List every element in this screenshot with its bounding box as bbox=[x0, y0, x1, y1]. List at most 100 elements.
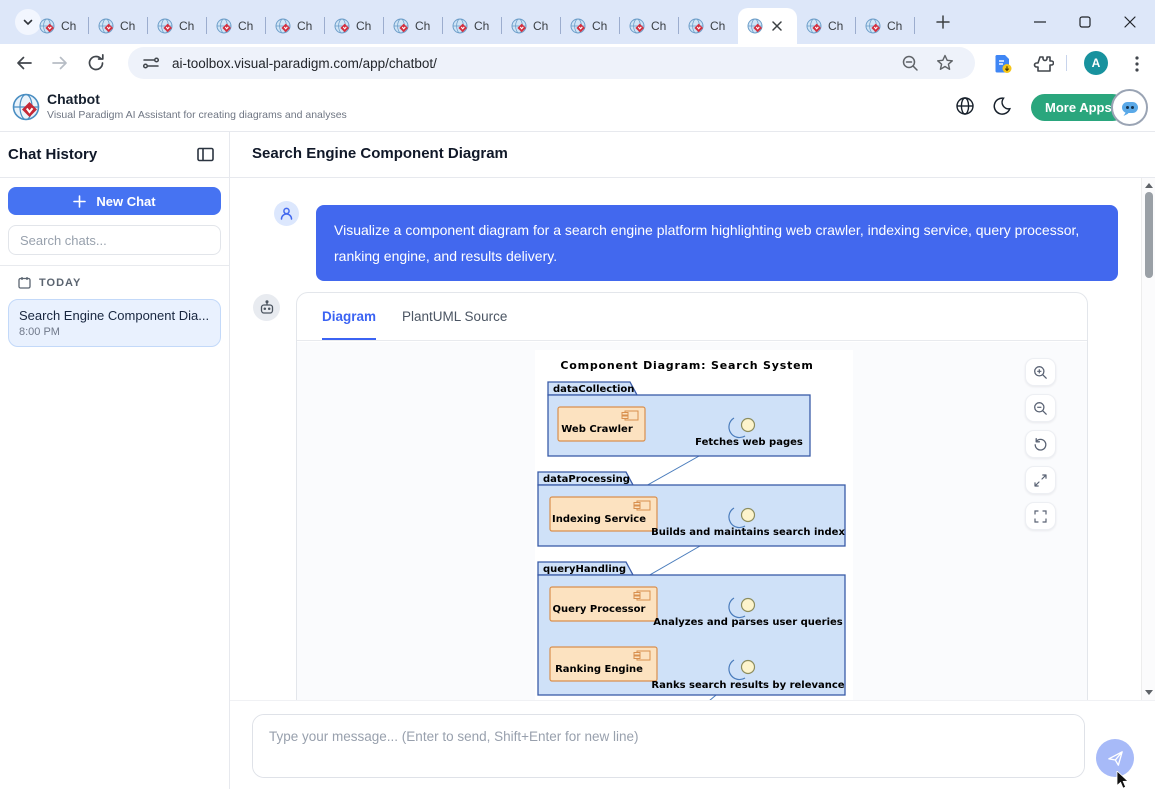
chat-area: Visualize a component diagram for a sear… bbox=[230, 178, 1155, 700]
browser-tab[interactable]: Ch bbox=[89, 8, 148, 44]
app-logo bbox=[12, 93, 40, 121]
interface-lollipop bbox=[742, 419, 755, 432]
visual-paradigm-favicon bbox=[452, 18, 468, 34]
search-chats-input[interactable] bbox=[8, 225, 221, 255]
zoom-icon[interactable] bbox=[900, 53, 920, 73]
new-chat-label: New Chat bbox=[96, 194, 155, 209]
visual-paradigm-favicon bbox=[688, 18, 704, 34]
assistant-avatar-icon[interactable] bbox=[1111, 89, 1148, 126]
browser-tab[interactable]: Ch bbox=[443, 8, 502, 44]
diagram-title: Component Diagram: Search System bbox=[560, 359, 813, 372]
send-icon bbox=[1106, 749, 1125, 768]
browser-tab[interactable]: Ch bbox=[148, 8, 207, 44]
today-section-label: TODAY bbox=[39, 277, 81, 289]
new-tab-icon[interactable] bbox=[934, 13, 952, 31]
component-name: Query Processor bbox=[553, 604, 646, 615]
diagram-canvas[interactable]: Component Diagram: Search System bbox=[297, 342, 1087, 700]
component-name: Ranking Engine bbox=[555, 664, 643, 675]
chat-history-item[interactable]: Search Engine Component Dia... 8:00 PM bbox=[8, 299, 221, 347]
tab-title: Ch bbox=[120, 19, 135, 33]
scrollbar-thumb[interactable] bbox=[1145, 192, 1153, 278]
chat-scrollbar[interactable] bbox=[1141, 178, 1155, 700]
visual-paradigm-favicon bbox=[216, 18, 232, 34]
tab-title: Ch bbox=[179, 19, 194, 33]
interface-label: Ranks search results by relevance bbox=[651, 680, 844, 691]
browser-tab[interactable]: Ch bbox=[502, 8, 561, 44]
reload-icon[interactable] bbox=[86, 53, 106, 73]
app-title: Chatbot bbox=[47, 91, 100, 107]
user-message-bubble: Visualize a component diagram for a sear… bbox=[316, 205, 1118, 281]
tab-title: Ch bbox=[415, 19, 430, 33]
interface-label: Fetches web pages bbox=[695, 437, 803, 448]
zoom-out-icon[interactable] bbox=[1025, 394, 1056, 422]
visual-paradigm-favicon bbox=[98, 18, 114, 34]
visual-paradigm-favicon bbox=[865, 18, 881, 34]
url-text[interactable]: ai-toolbox.visual-paradigm.com/app/chatb… bbox=[172, 56, 437, 71]
visual-paradigm-favicon bbox=[747, 18, 763, 34]
component-name: Web Crawler bbox=[561, 424, 633, 435]
browser-tab[interactable]: Ch bbox=[679, 8, 738, 44]
message-input[interactable] bbox=[253, 715, 1084, 777]
extensions-icon[interactable] bbox=[1032, 53, 1054, 75]
diagram-zoom-controls bbox=[1025, 358, 1056, 530]
expand-icon[interactable] bbox=[1025, 466, 1056, 494]
save-page-icon[interactable] bbox=[992, 53, 1014, 75]
collapse-panel-icon[interactable] bbox=[196, 145, 215, 164]
package-name: dataCollection bbox=[553, 384, 634, 395]
tab-close-icon[interactable] bbox=[769, 18, 785, 34]
interface-lollipop bbox=[742, 599, 755, 612]
forward-icon[interactable] bbox=[50, 53, 70, 73]
zoom-in-icon[interactable] bbox=[1025, 358, 1056, 386]
tab-title: Ch bbox=[356, 19, 371, 33]
menu-kebab-icon[interactable] bbox=[1126, 53, 1148, 75]
browser-tab[interactable]: Ch bbox=[30, 8, 89, 44]
url-bar[interactable]: ai-toolbox.visual-paradigm.com/app/chatb… bbox=[128, 47, 975, 79]
reset-view-icon[interactable] bbox=[1025, 430, 1056, 458]
minimize-icon[interactable] bbox=[1034, 16, 1046, 28]
page-title: Search Engine Component Diagram bbox=[252, 145, 508, 162]
mouse-cursor bbox=[1116, 771, 1131, 789]
scroll-up-arrow[interactable] bbox=[1145, 183, 1153, 188]
browser-tab[interactable]: Ch bbox=[325, 8, 384, 44]
visual-paradigm-favicon bbox=[334, 18, 350, 34]
visual-paradigm-favicon bbox=[629, 18, 645, 34]
package-name: queryHandling bbox=[543, 564, 626, 575]
bot-response-card: Diagram PlantUML Source Component Diagra… bbox=[296, 292, 1088, 700]
browser-tab[interactable]: Ch bbox=[207, 8, 266, 44]
visual-paradigm-favicon bbox=[275, 18, 291, 34]
visual-paradigm-favicon bbox=[511, 18, 527, 34]
tab-title: Ch bbox=[828, 19, 843, 33]
plus-icon bbox=[73, 195, 86, 208]
maximize-icon[interactable] bbox=[1079, 16, 1091, 28]
fullscreen-icon[interactable] bbox=[1025, 502, 1056, 530]
tab-diagram[interactable]: Diagram bbox=[322, 293, 376, 340]
browser-tab[interactable]: Ch bbox=[620, 8, 679, 44]
calendar-icon bbox=[18, 276, 31, 289]
browser-tab[interactable]: Ch bbox=[266, 8, 325, 44]
site-settings-icon[interactable] bbox=[141, 53, 161, 73]
bookmark-star-icon[interactable] bbox=[935, 53, 955, 73]
browser-tab[interactable]: Ch bbox=[384, 8, 443, 44]
back-icon[interactable] bbox=[14, 53, 34, 73]
browser-tab[interactable]: Ch bbox=[856, 8, 915, 44]
profile-avatar[interactable]: A bbox=[1084, 51, 1108, 75]
bot-avatar-icon bbox=[253, 294, 280, 321]
tab-plantuml-source[interactable]: PlantUML Source bbox=[402, 293, 507, 340]
package-queryHandling: queryHandling Query Processor Analyzes a… bbox=[538, 562, 845, 695]
browser-tab[interactable]: Ch bbox=[561, 8, 620, 44]
dark-mode-moon-icon[interactable] bbox=[992, 96, 1012, 116]
tab-title: Ch bbox=[297, 19, 312, 33]
close-icon[interactable] bbox=[1124, 16, 1136, 28]
sidebar: Chat History New Chat TODAY Search Engin… bbox=[0, 132, 230, 789]
language-globe-icon[interactable] bbox=[955, 96, 975, 116]
scroll-down-arrow[interactable] bbox=[1145, 690, 1153, 695]
new-chat-button[interactable]: New Chat bbox=[8, 187, 221, 215]
component-name: Indexing Service bbox=[552, 514, 646, 525]
browser-tab[interactable]: Ch bbox=[797, 8, 856, 44]
browser-tab-active[interactable] bbox=[738, 8, 797, 44]
tab-title: Ch bbox=[61, 19, 76, 33]
user-avatar-icon bbox=[274, 201, 299, 226]
visual-paradigm-favicon bbox=[570, 18, 586, 34]
tab-title: Ch bbox=[474, 19, 489, 33]
package-name: dataProcessing bbox=[543, 474, 630, 485]
